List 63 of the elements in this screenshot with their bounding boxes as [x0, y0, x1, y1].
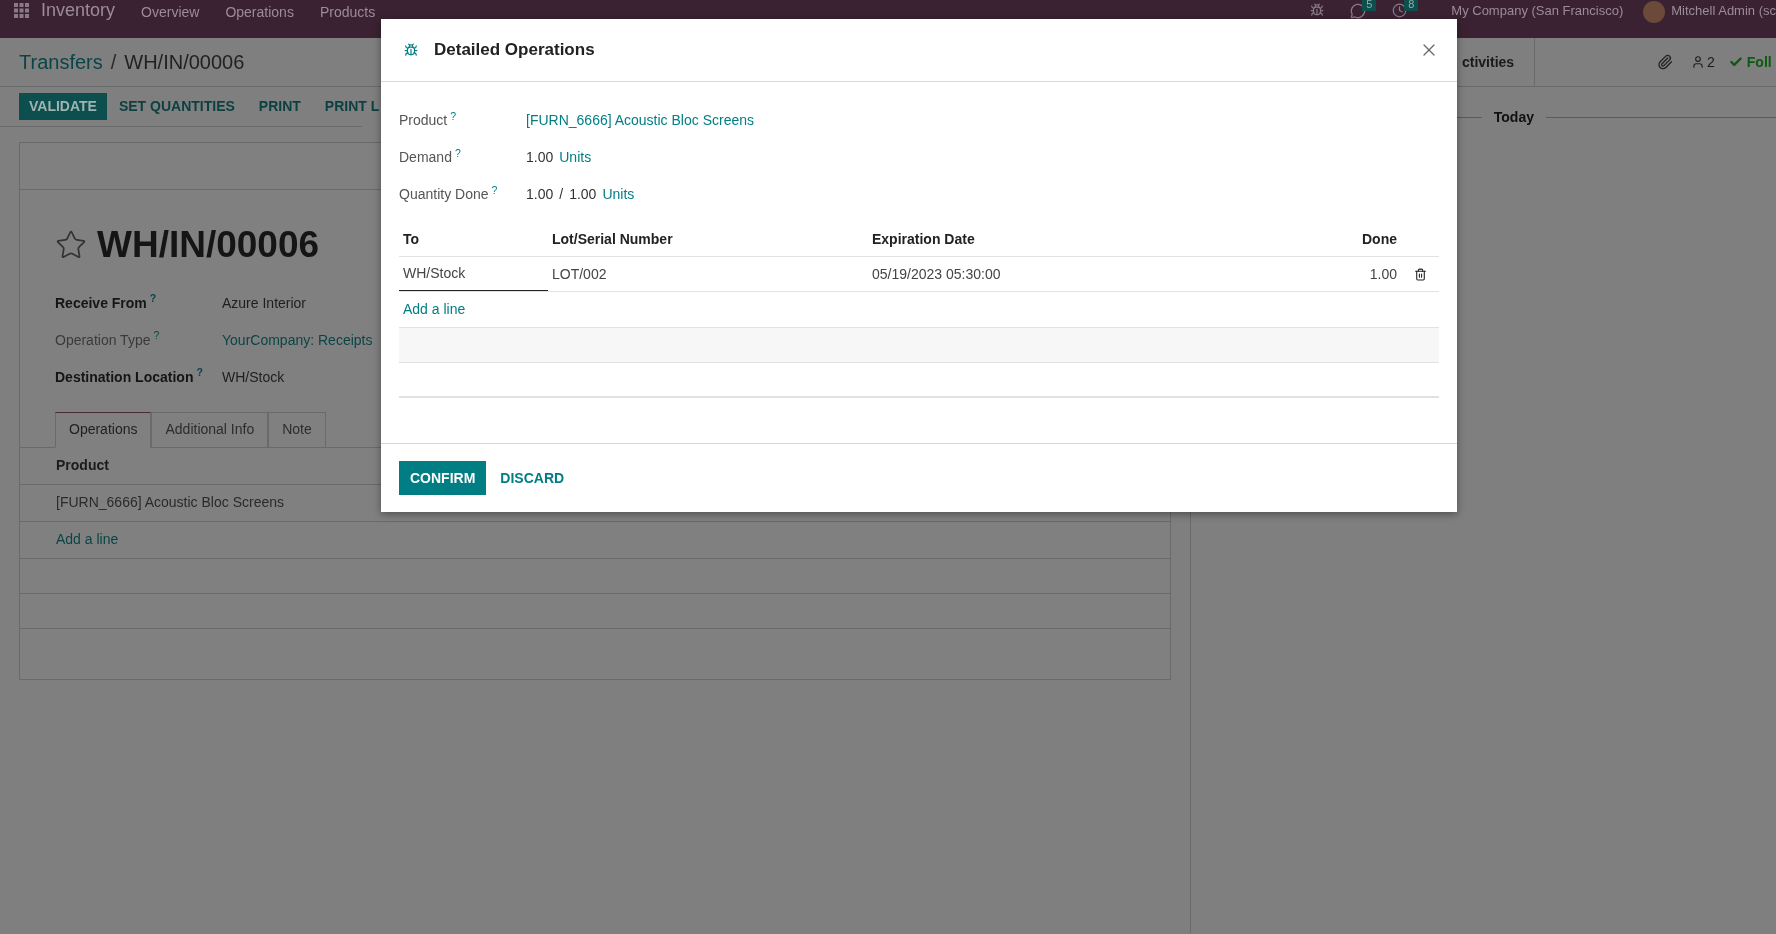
message-count-badge: 5 [1362, 0, 1377, 11]
column-header[interactable]: Lot/Serial Number [548, 229, 868, 250]
debug-icon[interactable] [404, 43, 418, 57]
table-cell[interactable]: WH/Stock [399, 257, 548, 291]
field-value: 1.00 [569, 185, 597, 204]
followers-button[interactable]: 2 [1691, 51, 1715, 73]
clock-icon[interactable] [1392, 3, 1408, 18]
breadcrumb-current: WH/IN/00006 [124, 50, 245, 75]
debug-icon[interactable] [1310, 3, 1325, 17]
action-button[interactable]: VALIDATE [19, 93, 107, 120]
breadcrumb-separator: / [110, 50, 117, 75]
activity-count-badge: 8 [1404, 0, 1419, 11]
field-value: 1.00 [526, 148, 554, 167]
apps-icon[interactable] [14, 3, 29, 18]
dialog-button[interactable]: DISCARD [486, 461, 579, 495]
menu-item[interactable]: Operations [225, 5, 294, 20]
favorite-star-icon[interactable] [55, 228, 87, 261]
action-button[interactable]: SET QUANTITIES [106, 93, 247, 120]
dialog-title: Detailed Operations [434, 39, 595, 62]
action-button[interactable]: PRINT L [312, 93, 392, 120]
check-icon [1728, 55, 1743, 69]
field-label: Quantity Done $^{?}$ [399, 184, 499, 204]
date-separator: Today [1492, 108, 1535, 127]
field-value: WH/Stock [222, 367, 285, 387]
column-header[interactable]: Done [1311, 229, 1401, 250]
user-icon [1691, 55, 1705, 69]
field-value: 1.00 [526, 185, 554, 204]
user-menu[interactable]: Mitchell Admin (sc [1671, 3, 1776, 18]
field-label: Operation Type $^{?}$ [55, 329, 161, 350]
table-cell[interactable]: 1.00 [1311, 257, 1401, 291]
form-tab[interactable]: Additional Info [151, 411, 269, 448]
app-name[interactable]: Inventory [41, 3, 116, 18]
field-value: Azure Interior [222, 293, 307, 313]
record-title: WH/IN/00006 [97, 223, 320, 267]
column-header[interactable]: To [399, 229, 548, 250]
delete-icon[interactable] [1413, 267, 1427, 281]
field-label: Demand $^{?}$ [399, 147, 462, 167]
unit-link[interactable]: Units [559, 147, 592, 168]
product-link[interactable]: [FURN_6666] Acoustic Bloc Screens [526, 110, 754, 131]
field-label: Receive From $^{?}$ [55, 292, 158, 313]
column-header[interactable]: Expiration Date [868, 229, 1311, 250]
activities-button[interactable]: ctivities [1462, 37, 1534, 87]
field-label: Destination Location $^{?}$ [55, 366, 204, 387]
table-cell-text: [FURN_6666] Acoustic Bloc Screens [56, 493, 284, 512]
unit-link[interactable]: Units [602, 184, 635, 205]
add-line-link[interactable]: Add a line [56, 529, 119, 550]
paperclip-icon[interactable] [1657, 54, 1673, 70]
breadcrumb-link[interactable]: Transfers [19, 47, 103, 77]
table-cell[interactable]: 05/19/2023 05:30:00 [868, 257, 1311, 291]
add-line-link[interactable]: Add a line [403, 299, 466, 320]
form-tab[interactable]: Operations [55, 411, 152, 448]
form-tab[interactable]: Note [268, 411, 326, 448]
menu-item[interactable]: Products [319, 5, 376, 20]
column-header: Product [56, 456, 109, 475]
chat-icon[interactable] [1350, 3, 1367, 19]
field-label: Product $^{?}$ [399, 110, 458, 130]
action-button[interactable]: PRINT [246, 93, 313, 120]
company-switcher[interactable]: My Company (San Francisco) [1451, 3, 1624, 18]
separator-text: / [559, 185, 564, 204]
field-value[interactable]: YourCompany: Receipts [222, 329, 373, 351]
table-cell[interactable]: LOT/002 [548, 257, 868, 291]
menu-item[interactable]: Overview [141, 5, 200, 20]
dialog-button[interactable]: CONFIRM [399, 461, 487, 495]
